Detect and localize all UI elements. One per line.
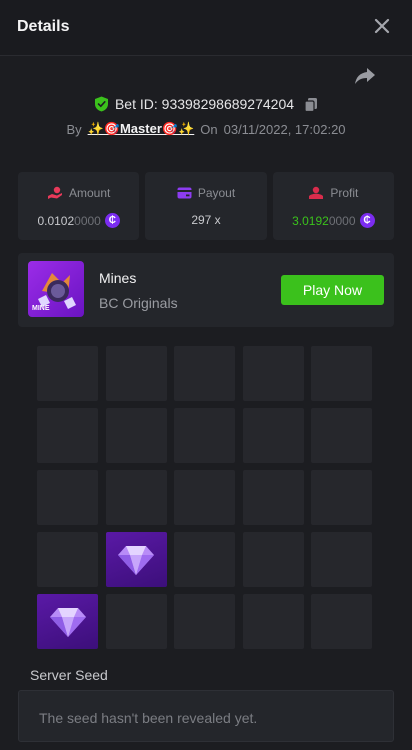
bc-coin-icon: ₵ bbox=[104, 213, 120, 228]
board-tile[interactable] bbox=[174, 532, 236, 587]
payout-card: Payout 297 x bbox=[145, 172, 267, 240]
dialog-title: Details bbox=[17, 18, 70, 35]
bc-coin-icon: ₵ bbox=[359, 213, 375, 228]
board-tile-gem[interactable] bbox=[105, 532, 167, 587]
profit-value: 3.01920000 bbox=[292, 213, 356, 228]
game-name: Mines bbox=[99, 270, 137, 286]
board-tile[interactable] bbox=[311, 532, 373, 587]
board-tile[interactable] bbox=[242, 346, 304, 401]
board-tile[interactable] bbox=[105, 346, 167, 401]
board-tile[interactable] bbox=[37, 532, 98, 587]
board-tile[interactable] bbox=[311, 346, 373, 401]
board-tile[interactable] bbox=[174, 346, 236, 401]
server-seed-value: The seed hasn't been revealed yet. bbox=[39, 710, 258, 726]
board-tile[interactable] bbox=[37, 408, 98, 463]
board-tile[interactable] bbox=[311, 594, 373, 649]
board-tile[interactable] bbox=[174, 408, 236, 463]
close-icon[interactable] bbox=[370, 14, 394, 38]
details-header: Details bbox=[0, 0, 412, 56]
board-tile[interactable] bbox=[242, 408, 304, 463]
gem-icon bbox=[49, 607, 86, 637]
play-now-button[interactable]: Play Now bbox=[281, 275, 384, 305]
game-card: MINE Mines BC Originals Play Now bbox=[18, 253, 394, 327]
share-icon[interactable] bbox=[354, 66, 376, 86]
board-tile[interactable] bbox=[242, 532, 304, 587]
board-tile[interactable] bbox=[174, 470, 236, 525]
by-label: By bbox=[66, 121, 82, 137]
server-seed-field[interactable]: The seed hasn't been revealed yet. bbox=[18, 690, 394, 742]
bet-date: 03/11/2022, 17:02:20 bbox=[223, 121, 346, 137]
bet-id-row: Bet ID: 93398298689274204 bbox=[0, 96, 412, 112]
board-tile[interactable] bbox=[174, 594, 236, 649]
bet-id-text: Bet ID: 93398298689274204 bbox=[114, 96, 295, 112]
on-label: On bbox=[200, 121, 218, 137]
payout-card-icon bbox=[177, 187, 192, 199]
amount-value: 0.01020000 bbox=[37, 213, 101, 228]
board-tile[interactable] bbox=[242, 594, 304, 649]
bet-author-row: By ✨🎯Master🎯✨ On 03/11/2022, 17:02:20 bbox=[0, 121, 412, 137]
board-tile[interactable] bbox=[105, 594, 167, 649]
server-seed-label: Server Seed bbox=[30, 667, 108, 683]
copy-icon[interactable] bbox=[304, 97, 318, 112]
payout-value: 297 x bbox=[191, 213, 221, 227]
board-tile[interactable] bbox=[105, 408, 167, 463]
board-tile[interactable] bbox=[37, 346, 98, 401]
gem-icon bbox=[118, 545, 155, 575]
mines-game-thumbnail[interactable]: MINE bbox=[28, 261, 84, 317]
board-tile-gem[interactable] bbox=[37, 594, 98, 649]
board-tile[interactable] bbox=[311, 408, 373, 463]
amount-label: Amount bbox=[68, 186, 111, 200]
thumbnail-label: MINE bbox=[32, 305, 50, 312]
mines-board bbox=[37, 346, 373, 649]
amount-card: Amount 0.01020000 ₵ bbox=[18, 172, 140, 240]
username-link[interactable]: ✨🎯Master🎯✨ bbox=[88, 121, 195, 137]
board-tile[interactable] bbox=[37, 470, 98, 525]
profit-label: Profit bbox=[330, 186, 359, 200]
verified-shield-icon bbox=[94, 96, 108, 112]
board-tile[interactable] bbox=[311, 470, 373, 525]
amount-hand-coin-icon bbox=[47, 186, 62, 199]
board-tile[interactable] bbox=[242, 470, 304, 525]
profit-hand-coin-icon bbox=[309, 186, 324, 199]
profit-card: Profit 3.01920000 ₵ bbox=[272, 172, 394, 240]
board-tile[interactable] bbox=[105, 470, 167, 525]
payout-label: Payout bbox=[197, 186, 236, 200]
game-provider: BC Originals bbox=[99, 295, 178, 311]
bet-stats: Amount 0.01020000 ₵ Payout 297 x Profit … bbox=[18, 172, 394, 240]
